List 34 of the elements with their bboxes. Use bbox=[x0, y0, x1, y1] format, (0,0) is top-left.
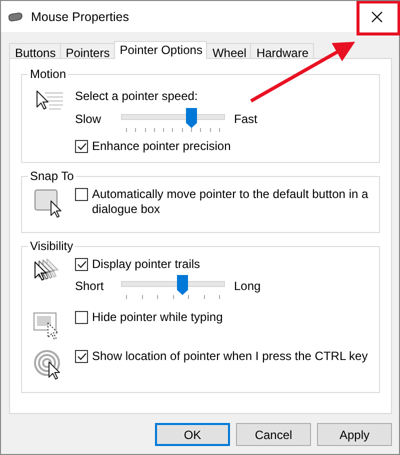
slider[interactable] bbox=[121, 275, 225, 299]
checkbox[interactable] bbox=[75, 188, 88, 201]
slider-caption: Select a pointer speed: bbox=[75, 88, 199, 105]
group-title: Motion bbox=[29, 67, 68, 81]
group-title: Visibility bbox=[29, 239, 74, 253]
group-title: Snap To bbox=[29, 169, 75, 183]
tab[interactable]: Pointers bbox=[60, 43, 115, 58]
dialog-button[interactable]: Cancel bbox=[236, 423, 311, 446]
checkbox[interactable] bbox=[75, 258, 88, 271]
slider-max-label: Long bbox=[234, 279, 262, 293]
tab[interactable]: Hardware bbox=[250, 43, 314, 58]
slider-max-label: Fast bbox=[234, 112, 258, 126]
highlight-box bbox=[356, 1, 400, 36]
slider-min-label: Slow bbox=[75, 112, 102, 126]
slider-thumb[interactable] bbox=[186, 108, 198, 128]
checkbox-label[interactable]: Hide pointer while typing bbox=[92, 310, 223, 325]
tab[interactable]: Buttons bbox=[9, 43, 61, 58]
checkbox-label[interactable]: Show location of pointer when I press the CTRL key bbox=[92, 349, 368, 364]
slider-thumb[interactable] bbox=[176, 275, 188, 295]
checkbox-label[interactable]: Display pointer trails bbox=[92, 257, 200, 272]
slider-min-label: Short bbox=[75, 279, 105, 293]
dialog-button[interactable]: OK bbox=[155, 423, 230, 446]
slider[interactable] bbox=[121, 108, 225, 132]
dialog-button[interactable]: Apply bbox=[317, 423, 392, 446]
window-title: Mouse Properties bbox=[31, 10, 130, 24]
checkbox[interactable] bbox=[75, 140, 88, 153]
mouse-icon bbox=[7, 12, 23, 22]
tab[interactable]: Pointer Options bbox=[114, 41, 208, 59]
checkbox-label[interactable]: Automatically move pointer to the default button in a dialogue box bbox=[92, 187, 369, 217]
close-icon bbox=[371, 10, 383, 22]
checkbox[interactable] bbox=[75, 311, 88, 324]
checkbox[interactable] bbox=[75, 350, 88, 363]
checkbox-label[interactable]: Enhance pointer precision bbox=[92, 139, 231, 154]
tab[interactable]: Wheel bbox=[206, 43, 252, 58]
